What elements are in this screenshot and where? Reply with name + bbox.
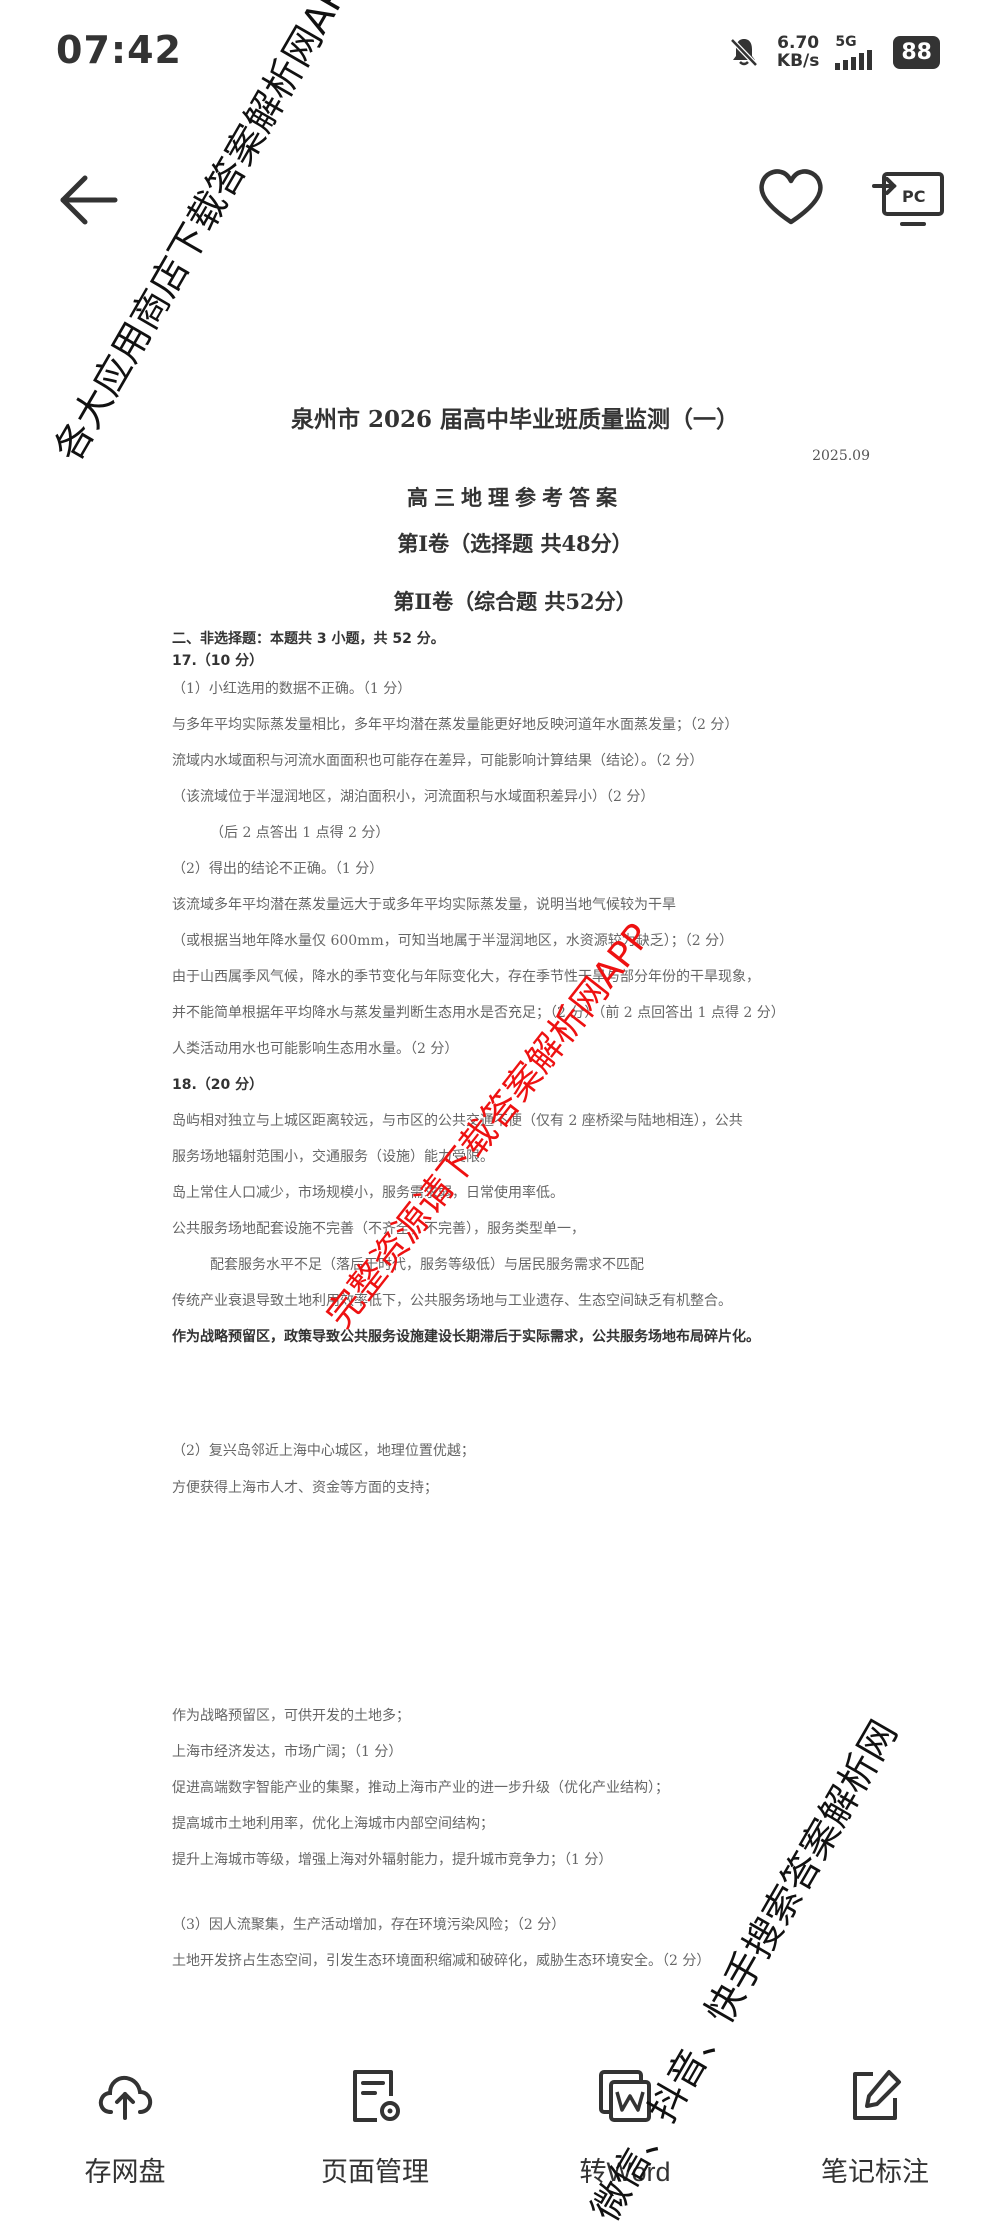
battery-indicator: 88: [893, 35, 940, 69]
tab-label: 页面管理: [321, 2157, 429, 2187]
arrow-left-icon: [60, 175, 118, 225]
signal-group: 5G: [835, 34, 877, 70]
network-speed-unit: KB/s: [776, 51, 820, 71]
doc-text-line: 17.（10 分）: [172, 653, 264, 669]
doc-text-line: 促进高端数字智能产业的集聚，推动上海市产业的进一步升级（优化产业结构）；: [172, 1780, 669, 1796]
document-page: 泉州市 2026 届高中毕业班质量监测（一） 2025.09 高三地理参考答案 …: [150, 380, 880, 2040]
tab-save-to-cloud[interactable]: 存网盘: [0, 2040, 250, 2222]
network-type: 5G: [835, 34, 857, 50]
mute-bell-icon: [730, 38, 758, 67]
doc-text-line: 配套服务水平不足（落后于时代，服务等级低）与居民服务需求不匹配: [210, 1257, 644, 1273]
doc-subtitle: 高三地理参考答案: [407, 485, 623, 510]
doc-title: 泉州市 2026 届高中毕业班质量监测（一）: [290, 406, 740, 433]
status-bar: 07:42 6.70 KB/s 5G 88: [0, 0, 1000, 110]
doc-text-line: （1）小红选用的数据不正确。（1 分）: [172, 681, 412, 697]
doc-text-line: （后 2 点答出 1 点得 2 分）: [210, 825, 390, 841]
doc-text-line: 方便获得上海市人才、资金等方面的支持；: [172, 1480, 438, 1496]
status-time: 07:42: [56, 28, 182, 72]
network-speed: 6.70 KB/s: [777, 34, 819, 70]
bottom-toolbar: 存网盘 页面管理 转Word 笔记标注: [0, 2040, 1000, 2222]
svg-text:PC: PC: [902, 187, 925, 206]
cloud-upload-icon: [98, 2075, 153, 2120]
doc-text-line: 传统产业衰退导致土地利用效率低下，公共服务场地与工业遗存、生态空间缺乏有机整合。: [172, 1293, 732, 1309]
network-speed-value: 6.70: [777, 33, 820, 53]
page-manage-icon: [353, 2070, 400, 2122]
doc-text-line: （2）得出的结论不正确。（1 分）: [172, 861, 384, 877]
doc-text-line: 并不能简单根据年平均降水与蒸发量判断生态用水是否充足；（2 分）（前 2 点回答…: [172, 1005, 785, 1021]
doc-text-line: 提高城市土地利用率，优化上海城市内部空间结构；: [172, 1816, 494, 1832]
doc-text-line: 提升上海城市等级，增强上海对外辐射能力，提升城市竞争力；（1 分）: [172, 1852, 613, 1868]
doc-text-line: 由于山西属季风气候，降水的季节变化与年际变化大，存在季节性干旱与部分年份的干旱现…: [172, 969, 760, 985]
tab-note-annotation[interactable]: 笔记标注: [750, 2040, 1000, 2222]
doc-text-line: （2）复兴岛邻近上海中心城区，地理位置优越；: [172, 1443, 475, 1459]
doc-date: 2025.09: [812, 448, 870, 464]
doc-text-line: 岛上常住人口减少，市场规模小，服务需求弱，日常使用率低。: [172, 1185, 564, 1201]
open-on-pc-button[interactable]: PC: [872, 164, 948, 230]
pc-screen-icon: PC: [872, 172, 944, 226]
status-indicators: 6.70 KB/s 5G 88: [727, 30, 940, 74]
tab-label: 笔记标注: [821, 2157, 929, 2187]
back-button[interactable]: [55, 170, 125, 230]
doc-text-line: 18.（20 分）: [172, 1077, 264, 1093]
doc-text-line: 与多年平均实际蒸发量相比，多年平均潜在蒸发量能更好地反映河道年水面蒸发量；（2 …: [172, 717, 739, 733]
top-app-bar: PC: [0, 140, 1000, 250]
doc-part1-heading: 第Ⅰ卷（选择题 共48分）: [397, 531, 633, 556]
edit-note-icon: [853, 2070, 901, 2120]
doc-part2-heading: 第Ⅱ卷（综合题 共52分）: [393, 589, 637, 614]
signal-bars-icon: [835, 50, 873, 70]
doc-text-line: 上海市经济发达，市场广阔；（1 分）: [172, 1744, 403, 1760]
doc-text-line: 作为战略预留区，可供开发的土地多；: [172, 1708, 410, 1724]
tab-page-management[interactable]: 页面管理: [250, 2040, 500, 2222]
doc-text-line: 该流域多年平均潜在蒸发量远大于或多年平均实际蒸发量，说明当地气候较为干旱: [172, 897, 676, 913]
doc-text-line: 二、非选择题：本题共 3 小题，共 52 分。: [172, 631, 445, 647]
heart-icon: [759, 169, 823, 225]
doc-text-line: 流域内水域面积与河流水面面积也可能存在差异，可能影响计算结果（结论）。（2 分）: [172, 753, 704, 769]
tab-label: 存网盘: [84, 2157, 166, 2187]
doc-text-line: （3）因人流聚集，生产活动增加，存在环境污染风险；（2 分）: [172, 1917, 566, 1933]
favorite-button[interactable]: [756, 164, 826, 230]
doc-text-line: 土地开发挤占生态空间，引发生态环境面积缩减和破碎化，威胁生态环境安全。（2 分）: [172, 1953, 711, 1969]
doc-text-line: 人类活动用水也可能影响生态用水量。（2 分）: [172, 1041, 459, 1057]
doc-text-line: 作为战略预留区，政策导致公共服务设施建设长期滞后于实际需求，公共服务场地布局碎片…: [172, 1329, 760, 1345]
doc-text-line: （该流域位于半湿润地区，湖泊面积小，河流面积与水域面积差异小）（2 分）: [172, 789, 655, 805]
